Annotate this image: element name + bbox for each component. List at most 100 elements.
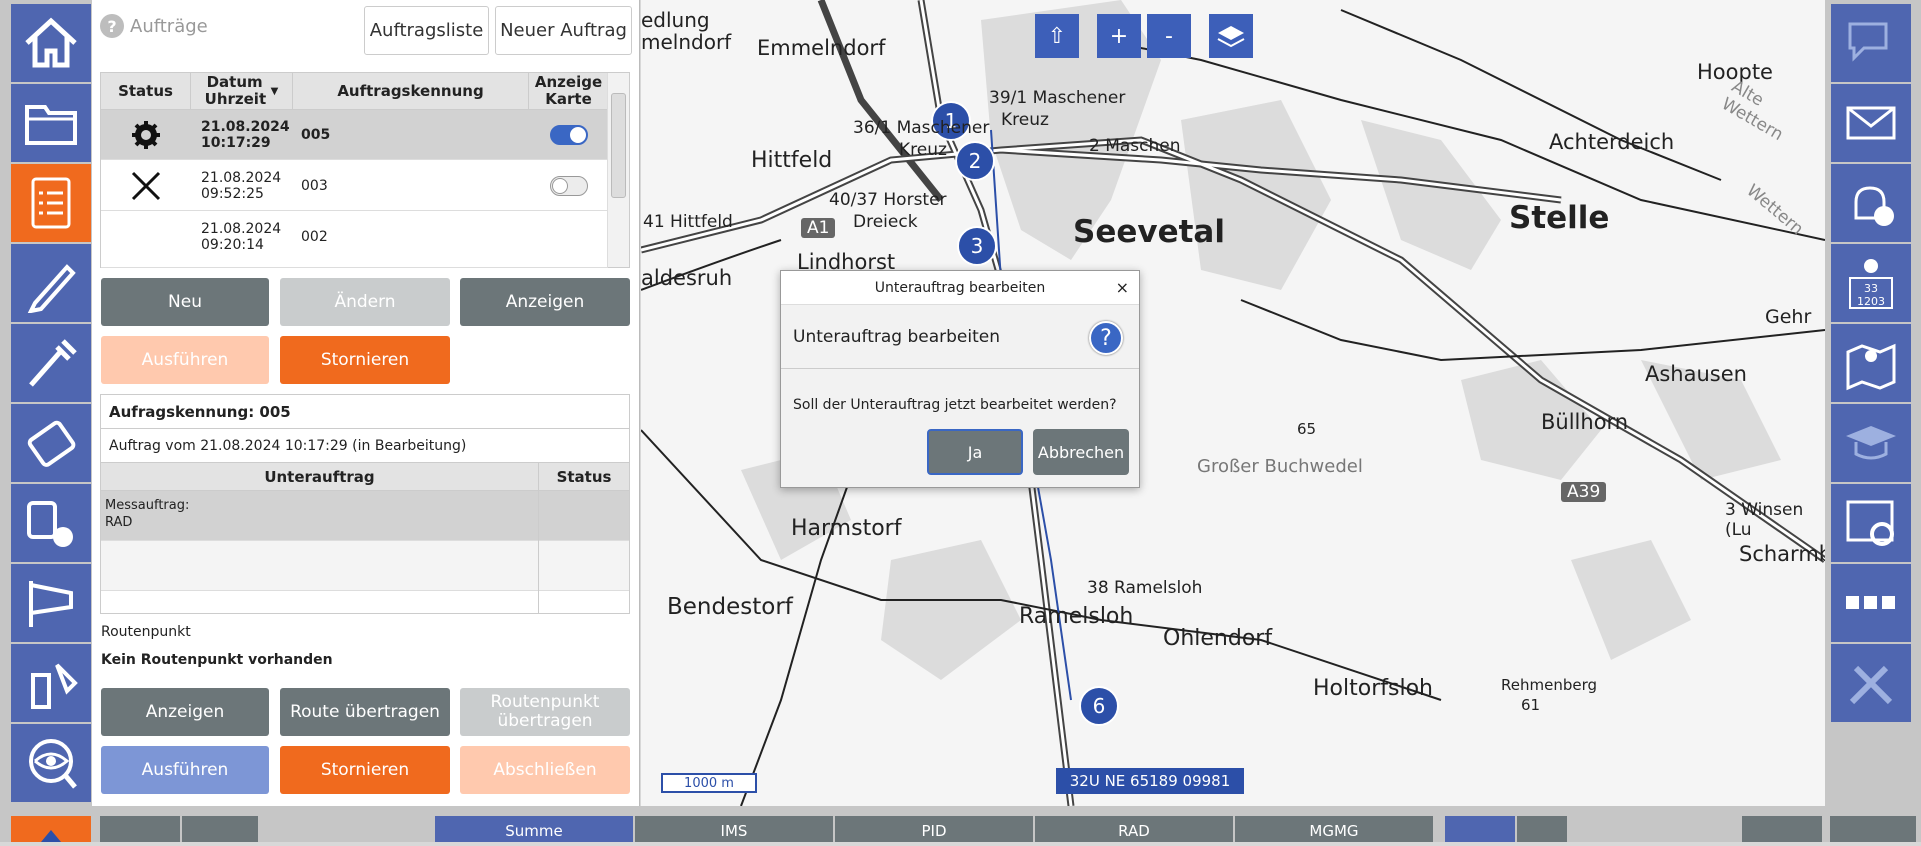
new-button[interactable]: Neu [101,278,269,326]
help-icon[interactable]: ? [100,14,124,38]
map-toggle[interactable] [529,161,609,211]
info-counter-icon: 331203 [1849,259,1893,309]
scroll-thumb[interactable] [611,93,626,198]
map-label: 61 [1521,696,1541,714]
zoom-out-button[interactable]: - [1147,14,1191,58]
subtask-row[interactable]: Messauftrag: RAD [101,491,629,541]
route-show-button[interactable]: Anzeigen [101,688,269,736]
alert-button[interactable] [11,816,91,842]
col-status[interactable]: Status [101,73,191,110]
map-label: Bendestorf [667,594,793,620]
map-toggle-switch[interactable] [550,176,588,196]
mail-button[interactable] [1831,84,1911,162]
truck-button[interactable] [182,816,258,842]
chat-button[interactable] [1831,4,1911,82]
tab-pid[interactable]: PID [835,816,1035,842]
training-button[interactable] [1831,404,1911,482]
layers-icon [1217,26,1245,48]
row-id: 005 [301,127,331,143]
route-marker[interactable]: 3 [957,226,997,266]
map-label: Hittfeld [751,148,833,173]
map-label: 36/1 Maschener [853,118,990,138]
info-counter-button[interactable]: 33 1203 [1831,244,1911,322]
alarm-button[interactable] [1831,164,1911,242]
tab-summe[interactable]: Summe [435,816,635,842]
route-marker[interactable]: 2 [955,141,995,181]
zoom-in-button[interactable]: + [1097,14,1141,58]
order-detail: Aufragskennung: 005 Auftrag vom 21.08.20… [100,394,630,614]
camera-button[interactable] [1742,816,1822,842]
layers-expand-button[interactable] [1517,816,1567,842]
map-label: Holtorfsloh [1313,676,1433,701]
dialog-titlebar: Unterauftrag bearbeiten × [781,271,1139,305]
show-button[interactable]: Anzeigen [460,278,630,326]
map-label: 39/1 Maschener [989,88,1126,108]
table-row[interactable]: 21.08.2024 09:20:14 002 [101,212,608,268]
orders-table: Status Datum Uhrzeit ▼ Auftragskennung An… [100,72,630,268]
order-list-button[interactable]: Auftragsliste [364,6,489,55]
execute-button[interactable]: Ausführen [101,336,269,384]
close-icon[interactable]: × [1116,278,1129,297]
counter-b: 1203 [1857,295,1885,308]
probe-button[interactable] [11,324,91,402]
pan-up-button[interactable]: ⇧ [1035,14,1079,58]
vehicle-button[interactable] [100,816,180,842]
tab-rad[interactable]: RAD [1035,816,1235,842]
radiation-button[interactable] [11,484,91,562]
row-time: 09:20:14 [201,237,264,253]
table-row[interactable]: 21.08.2024 10:17:29 005 [101,110,608,160]
layers-button[interactable] [1209,14,1253,58]
subtask-line1: Messauftrag: [105,498,190,513]
map-label: edlung [641,8,710,32]
route-execute-button[interactable]: Ausführen [101,746,269,794]
col-unterauftrag[interactable]: Unterauftrag [101,463,539,491]
dialog-header: Unterauftrag bearbeiten ? [781,305,1139,369]
col-kennung[interactable]: Auftragskennung [293,73,529,110]
device-button[interactable] [11,404,91,482]
chat-icon [1848,22,1888,62]
windsock-button[interactable] [11,564,91,642]
tab-mgmg[interactable]: MGMG [1235,816,1435,842]
edit-button[interactable]: Ändern [280,278,450,326]
tools-button[interactable] [1831,644,1911,722]
triangle-up-icon [41,830,61,842]
map-label: 65 [1297,420,1317,438]
col-status[interactable]: Status [539,463,629,491]
dialog-cancel-button[interactable]: Abbrechen [1033,429,1129,475]
view-button[interactable] [11,724,91,802]
map-label: Seevetal [1073,214,1225,250]
eye-icon [29,739,77,789]
routepoint-transfer-button[interactable]: Routenpunkt übertragen [460,688,630,736]
map-label: Großer Buchwedel [1197,456,1363,477]
settings-button[interactable] [1831,484,1911,562]
row-date: 21.08.2024 [201,119,290,135]
map-pin-button[interactable] [1831,324,1911,402]
dialog-yes-button[interactable]: Ja [927,429,1023,475]
table-row[interactable]: 21.08.2024 09:52:25 003 [101,161,608,211]
probe-icon [29,339,77,387]
keyboard-button[interactable] [1830,816,1916,842]
table-scrollbar[interactable] [607,73,629,267]
layers-toggle-button[interactable] [1445,816,1515,842]
home-button[interactable] [11,4,91,82]
route-marker[interactable]: 6 [1079,686,1119,726]
new-order-button[interactable]: Neuer Auftrag [495,6,632,55]
map-label: aldesruh [641,266,733,290]
map-toggle[interactable] [529,110,609,160]
folder-button[interactable] [11,84,91,162]
col-karte[interactable]: Anzeige Karte [529,73,609,110]
orders-button[interactable] [11,164,91,242]
route-transfer-button[interactable]: Route übertragen [280,688,450,736]
map-toggle-switch[interactable] [550,125,588,145]
tab-ims[interactable]: IMS [635,816,835,842]
more-button[interactable] [1831,564,1911,642]
route-finish-button[interactable]: Abschließen [460,746,630,794]
map-label: Ramelsloh [1019,604,1134,629]
settings-window-icon [1846,500,1894,546]
sampling-button[interactable] [11,644,91,722]
map-label: Scharmb [1739,542,1825,566]
route-cancel-button[interactable]: Stornieren [280,746,450,794]
col-datum[interactable]: Datum Uhrzeit ▼ [191,73,293,110]
pen-button[interactable] [11,244,91,322]
cancel-order-button[interactable]: Stornieren [280,336,450,384]
